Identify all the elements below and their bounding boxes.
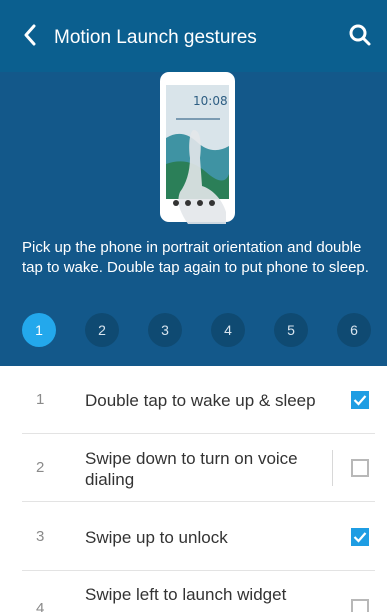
gesture-row[interactable]: 2 Swipe down to turn on voice dialing [22, 434, 375, 502]
step-5[interactable]: 5 [274, 313, 308, 347]
app-bar: Motion Launch gestures [0, 0, 387, 72]
gesture-row[interactable]: 4 Swipe left to launch widget [22, 571, 375, 612]
step-6[interactable]: 6 [337, 313, 371, 347]
chevron-left-icon [24, 24, 36, 46]
gesture-label: Double tap to wake up & sleep [85, 391, 316, 410]
gesture-row[interactable]: 3 Swipe up to unlock [22, 502, 375, 571]
gesture-checkbox[interactable] [351, 528, 369, 546]
gesture-number: 1 [36, 391, 45, 408]
checkmark-icon [353, 532, 367, 543]
phone-clock: 10:08 [193, 94, 228, 108]
back-button[interactable] [18, 22, 42, 48]
gesture-number: 2 [36, 459, 45, 476]
search-button[interactable] [347, 22, 373, 48]
step-4[interactable]: 4 [211, 313, 245, 347]
step-3[interactable]: 3 [148, 313, 182, 347]
gesture-checkbox[interactable] [351, 599, 369, 612]
step-indicator: 1 2 3 4 5 6 [22, 313, 372, 347]
search-icon [349, 24, 371, 46]
gesture-number: 3 [36, 528, 45, 545]
checkmark-icon [353, 395, 367, 406]
page-title: Motion Launch gestures [54, 27, 257, 48]
step-1[interactable]: 1 [22, 313, 56, 347]
gesture-checkbox[interactable] [351, 459, 369, 477]
gesture-checkbox[interactable] [351, 391, 369, 409]
phone-illustration: 10:08 [160, 72, 235, 224]
gesture-label: Swipe up to unlock [85, 528, 228, 547]
gesture-tutorial: 10:08 Pick up the phone in portrait orie… [0, 72, 387, 366]
gesture-description: Pick up the phone in portrait orientatio… [22, 239, 369, 276]
gesture-row[interactable]: 1 Double tap to wake up & sleep [22, 366, 375, 434]
gesture-label: Swipe left to launch widget [85, 585, 287, 604]
gesture-label: Swipe down to turn on voice dialing [85, 449, 298, 489]
divider [332, 450, 333, 486]
gesture-number: 4 [36, 600, 45, 612]
step-2[interactable]: 2 [85, 313, 119, 347]
